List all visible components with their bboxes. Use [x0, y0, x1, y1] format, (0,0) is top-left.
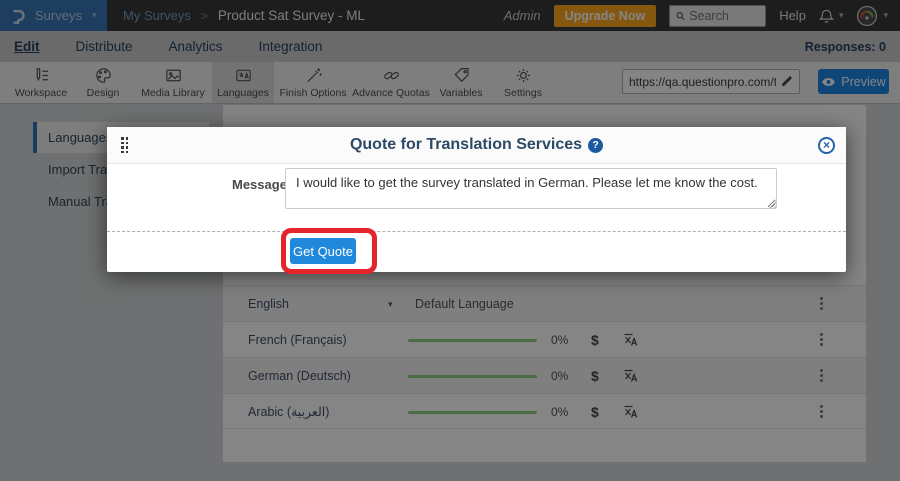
- help-circle-icon[interactable]: ?: [588, 138, 603, 153]
- message-textarea[interactable]: I would like to get the survey translate…: [285, 168, 777, 209]
- modal-divider: [107, 231, 846, 232]
- get-quote-button[interactable]: Get Quote: [290, 238, 356, 264]
- modal-title: Quote for Translation Services: [350, 136, 582, 154]
- drag-handle-icon[interactable]: [121, 137, 128, 153]
- message-label: Message: [232, 177, 287, 192]
- quote-translation-modal: Quote for Translation Services ? × Messa…: [107, 127, 846, 272]
- modal-header: Quote for Translation Services ? ×: [107, 127, 846, 164]
- close-icon[interactable]: ×: [818, 137, 835, 154]
